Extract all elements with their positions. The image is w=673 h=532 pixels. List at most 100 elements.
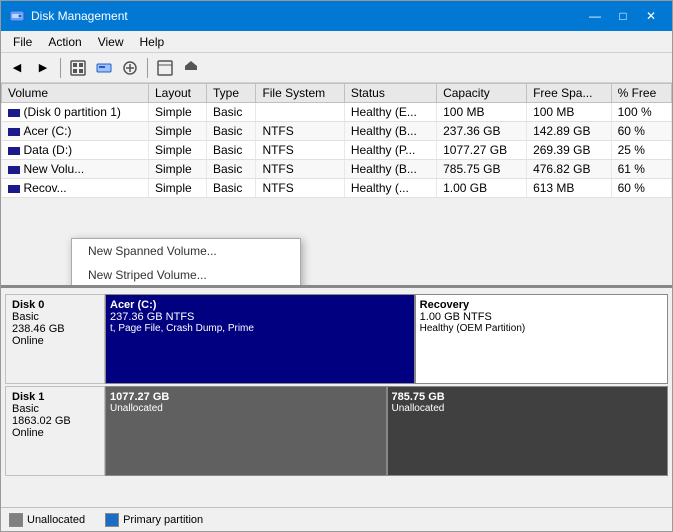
disk-1-type: Basic	[12, 403, 98, 415]
cell-volume: (Disk 0 partition 1)	[2, 103, 149, 122]
menu-file[interactable]: File	[5, 33, 40, 51]
col-pctfree: % Free	[611, 84, 671, 103]
table-row[interactable]: Acer (C:)SimpleBasicNTFSHealthy (B...237…	[2, 122, 672, 141]
disk-0-partition-recovery[interactable]: Recovery 1.00 GB NTFS Healthy (OEM Parti…	[415, 294, 668, 384]
cell-free: 476.82 GB	[527, 160, 612, 179]
disk-1-partition-2[interactable]: 785.75 GB Unallocated	[387, 386, 669, 476]
cell-capacity: 100 MB	[437, 103, 527, 122]
disk-row-1: Disk 1 Basic 1863.02 GB Online 1077.27 G…	[5, 386, 668, 476]
volume-table-area: Volume Layout Type File System Status Ca…	[1, 83, 672, 288]
cell-free: 613 MB	[527, 179, 612, 198]
cell-layout: Simple	[148, 179, 206, 198]
table-row[interactable]: Data (D:)SimpleBasicNTFSHealthy (P...107…	[2, 141, 672, 160]
cell-capacity: 1077.27 GB	[437, 141, 527, 160]
legend-primary: Primary partition	[105, 513, 203, 527]
toolbar-forward[interactable]: ▶	[31, 56, 55, 80]
menu-help[interactable]: Help	[132, 33, 173, 51]
table-body: (Disk 0 partition 1)SimpleBasicHealthy (…	[2, 103, 672, 198]
cell-type: Basic	[207, 179, 256, 198]
cell-status: Healthy (E...	[344, 103, 436, 122]
cell-pct: 25 %	[611, 141, 671, 160]
legend-primary-box	[105, 513, 119, 527]
toolbar-btn3[interactable]	[118, 56, 142, 80]
d0p1-status: t, Page File, Crash Dump, Prime	[110, 323, 410, 334]
cell-type: Basic	[207, 141, 256, 160]
cell-type: Basic	[207, 122, 256, 141]
cell-pct: 61 %	[611, 160, 671, 179]
scrollbar-track	[3, 288, 670, 289]
title-controls: — □ ✕	[582, 5, 664, 27]
volume-icon	[8, 185, 20, 193]
disk-0-partition-main[interactable]: Acer (C:) 237.36 GB NTFS t, Page File, C…	[105, 294, 415, 384]
cell-pct: 100 %	[611, 103, 671, 122]
disk-1-label: Disk 1 Basic 1863.02 GB Online	[5, 386, 105, 476]
table-row[interactable]: New Volu...SimpleBasicNTFSHealthy (B...7…	[2, 160, 672, 179]
cell-free: 142.89 GB	[527, 122, 612, 141]
volume-icon	[8, 166, 20, 174]
maximize-button[interactable]: □	[610, 5, 636, 27]
table-scrollbar[interactable]	[1, 285, 672, 288]
disk-1-partition-1[interactable]: 1077.27 GB Unallocated	[105, 386, 387, 476]
toolbar: ◀ ▶	[1, 53, 672, 83]
cell-layout: Simple	[148, 160, 206, 179]
cell-volume: Acer (C:)	[2, 122, 149, 141]
cell-layout: Simple	[148, 141, 206, 160]
cell-pct: 60 %	[611, 179, 671, 198]
volume-icon	[8, 147, 20, 155]
legend-primary-label: Primary partition	[123, 514, 203, 526]
cell-capacity: 1.00 GB	[437, 179, 527, 198]
toolbar-btn5[interactable]	[179, 56, 203, 80]
toolbar-btn2[interactable]	[92, 56, 116, 80]
cell-status: Healthy (...	[344, 179, 436, 198]
cell-fs	[256, 103, 344, 122]
col-status: Status	[344, 84, 436, 103]
disk-1-name: Disk 1	[12, 391, 98, 403]
cell-fs: NTFS	[256, 122, 344, 141]
cell-free: 269.39 GB	[527, 141, 612, 160]
minimize-button[interactable]: —	[582, 5, 608, 27]
table-row[interactable]: (Disk 0 partition 1)SimpleBasicHealthy (…	[2, 103, 672, 122]
disk-1-partitions: 1077.27 GB Unallocated 785.75 GB Unalloc…	[105, 386, 668, 476]
status-bar: Unallocated Primary partition	[1, 507, 672, 531]
toolbar-sep1	[60, 58, 61, 78]
cell-volume: Recov...	[2, 179, 149, 198]
table-header-row: Volume Layout Type File System Status Ca…	[2, 84, 672, 103]
cell-layout: Simple	[148, 122, 206, 141]
col-layout: Layout	[148, 84, 206, 103]
cell-fs: NTFS	[256, 179, 344, 198]
legend-unallocated-label: Unallocated	[27, 514, 85, 526]
cell-type: Basic	[207, 160, 256, 179]
disk-0-name: Disk 0	[12, 299, 98, 311]
toolbar-btn4[interactable]	[153, 56, 177, 80]
d1p1-size: 1077.27 GB	[110, 391, 382, 403]
col-filesystem: File System	[256, 84, 344, 103]
table-row[interactable]: Recov...SimpleBasicNTFSHealthy (...1.00 …	[2, 179, 672, 198]
col-capacity: Capacity	[437, 84, 527, 103]
d0p2-status: Healthy (OEM Partition)	[420, 323, 663, 334]
menu-view[interactable]: View	[90, 33, 132, 51]
col-freespace: Free Spa...	[527, 84, 612, 103]
menu-action[interactable]: Action	[40, 33, 89, 51]
toolbar-btn1[interactable]	[66, 56, 90, 80]
close-button[interactable]: ✕	[638, 5, 664, 27]
cell-type: Basic	[207, 103, 256, 122]
title-bar-left: Disk Management	[9, 8, 128, 24]
toolbar-back[interactable]: ◀	[5, 56, 29, 80]
legend-unallocated: Unallocated	[9, 513, 85, 527]
disk-panels: Disk 0 Basic 238.46 GB Online Acer (C:) …	[1, 288, 672, 507]
cell-pct: 60 %	[611, 122, 671, 141]
cell-capacity: 237.36 GB	[437, 122, 527, 141]
disk-0-label: Disk 0 Basic 238.46 GB Online	[5, 294, 105, 384]
col-type: Type	[207, 84, 256, 103]
toolbar-sep2	[147, 58, 148, 78]
ctx-item-new-spanned-volume-[interactable]: New Spanned Volume...	[72, 239, 300, 263]
ctx-item-new-striped-volume-[interactable]: New Striped Volume...	[72, 263, 300, 287]
main-window: Disk Management — □ ✕ File Action View H…	[0, 0, 673, 532]
title-bar: Disk Management — □ ✕	[1, 1, 672, 31]
cell-fs: NTFS	[256, 141, 344, 160]
disk-0-type: Basic	[12, 311, 98, 323]
cell-capacity: 785.75 GB	[437, 160, 527, 179]
volume-icon	[8, 128, 20, 136]
disk-0-status: Online	[12, 335, 98, 347]
main-content: Volume Layout Type File System Status Ca…	[1, 83, 672, 531]
